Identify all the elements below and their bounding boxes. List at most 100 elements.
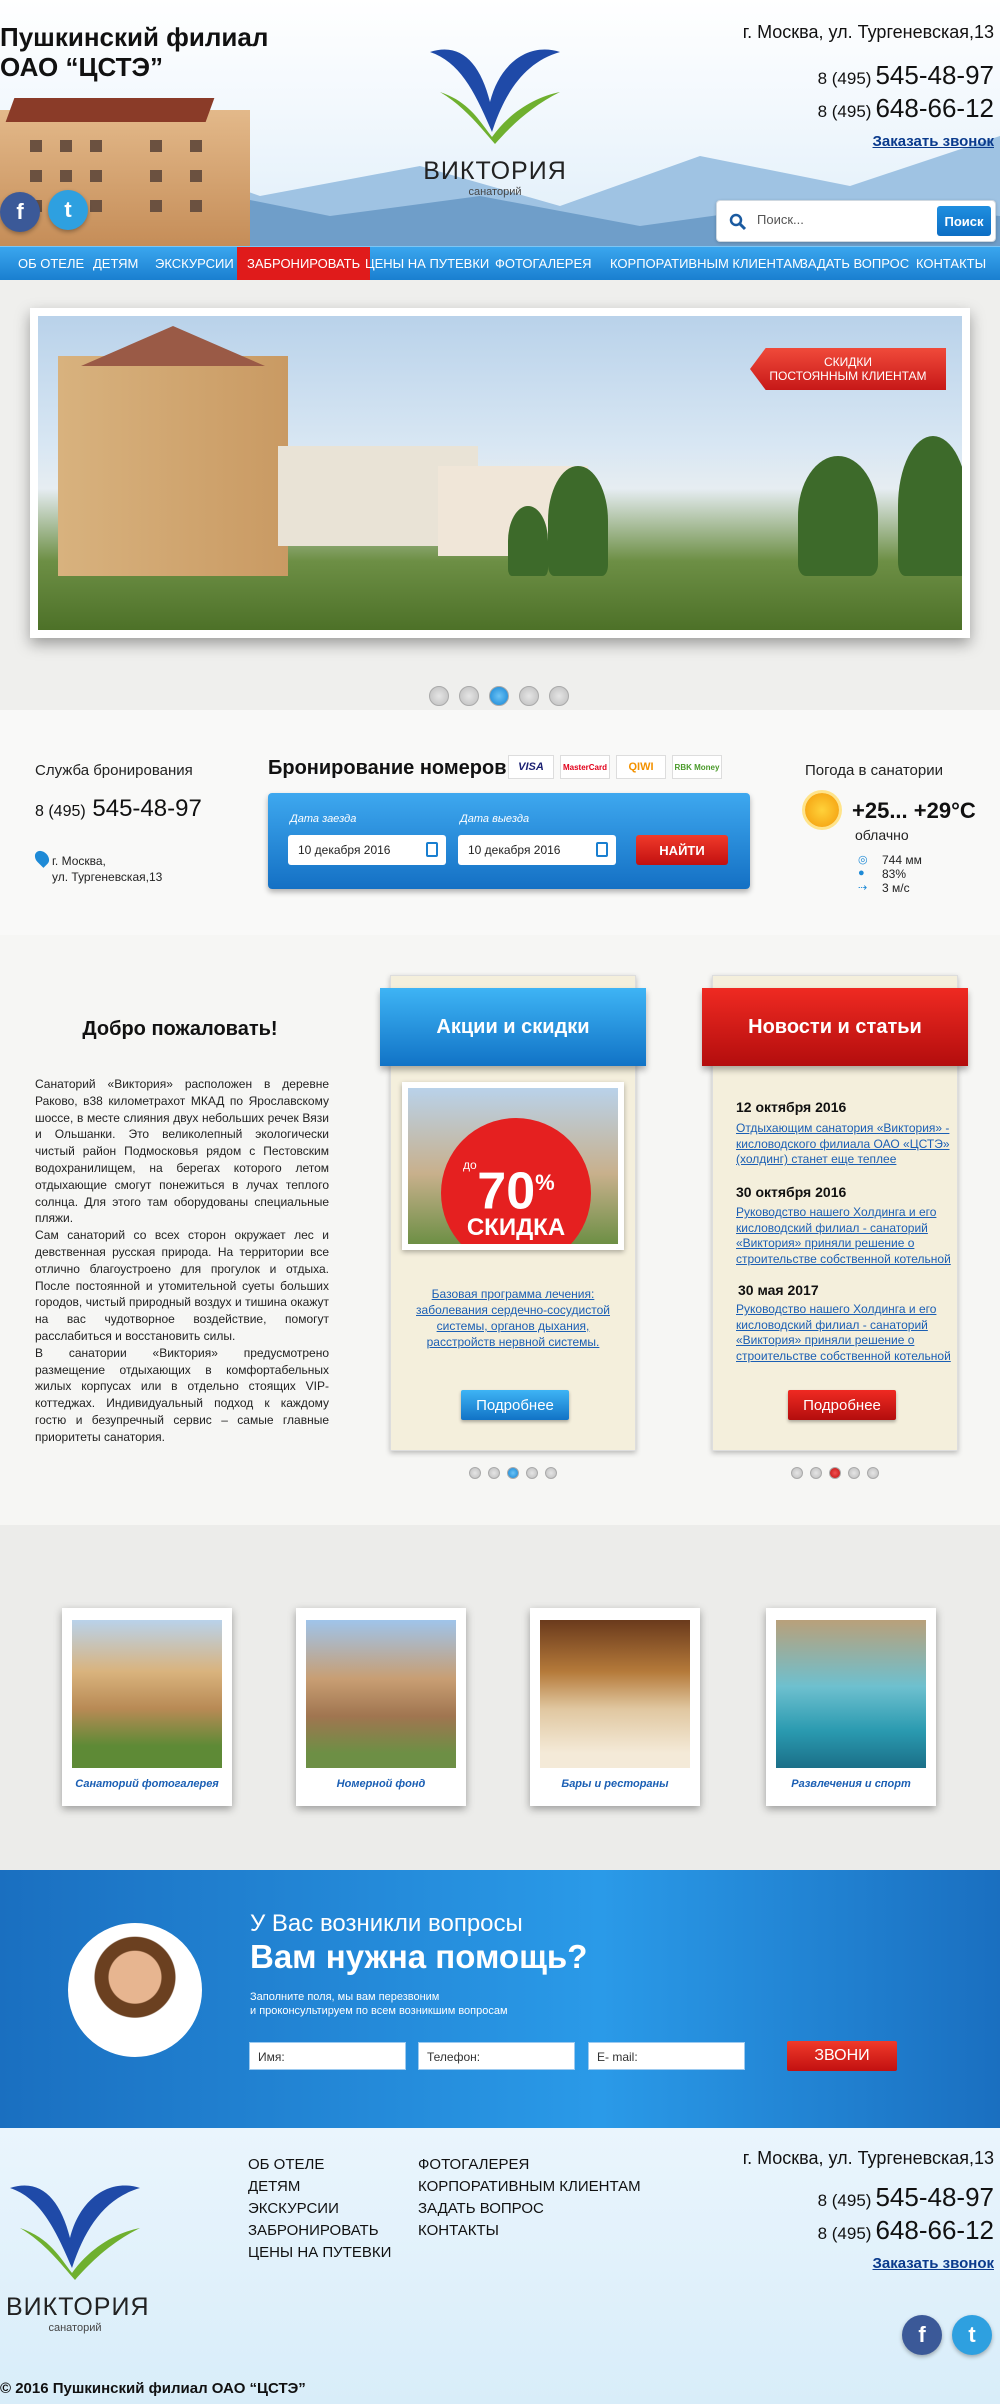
checkout-date-field[interactable]: 10 декабря 2016 <box>458 835 616 865</box>
nav-item-children[interactable]: Детям <box>83 247 148 281</box>
news-dot[interactable] <box>791 1467 803 1479</box>
promo-dot[interactable] <box>469 1467 481 1479</box>
gallery-caption: Санаторий фотогалерея <box>75 1778 219 1790</box>
weather-condition: облачно <box>855 827 909 843</box>
call-button[interactable]: ЗВОНИ <box>787 2041 897 2071</box>
news-link[interactable]: Руководство нашего Холдинга и его кислов… <box>736 1205 958 1268</box>
twitter-icon[interactable]: t <box>48 190 88 230</box>
footer-link-corporate[interactable]: Корпоративным клиентам <box>418 2178 641 2195</box>
header-phone-2[interactable]: 8 (495) 648-66-12 <box>818 93 994 124</box>
slider-dot[interactable] <box>429 686 449 706</box>
news-link[interactable]: Руководство нашего Холдинга и его кислов… <box>736 1302 958 1365</box>
gallery-image <box>306 1620 456 1768</box>
gallery-card-photo[interactable]: Санаторий фотогалерея <box>62 1608 232 1806</box>
search-input[interactable]: Поиск... <box>757 212 804 227</box>
news-dot[interactable] <box>848 1467 860 1479</box>
news-dot[interactable] <box>867 1467 879 1479</box>
search-button[interactable]: Поиск <box>937 206 991 236</box>
logo-subtitle: санаторий <box>468 186 522 198</box>
nav-item-prices[interactable]: Цены на путевки <box>355 247 499 281</box>
twitter-icon[interactable]: t <box>952 2315 992 2355</box>
booking-address: г. Москва, ул. Тургеневская,13 <box>52 854 163 884</box>
footer-link-excursions[interactable]: Экскурсии <box>248 2200 339 2217</box>
callback-link[interactable]: Заказать звонок <box>873 133 994 150</box>
discount-badge: до 70% СКИДКА <box>441 1118 591 1244</box>
wind-icon: ⇢ <box>858 882 868 894</box>
news-link[interactable]: Отдыхающим санатория «Виктория» - кислов… <box>736 1121 958 1168</box>
news-more-button[interactable]: Подробнее <box>788 1390 896 1420</box>
calendar-icon[interactable] <box>426 842 438 857</box>
calendar-icon[interactable] <box>596 842 608 857</box>
footer-link-ask[interactable]: Задать вопрос <box>418 2200 544 2217</box>
footer-link-children[interactable]: Детям <box>248 2178 300 2195</box>
promo-more-button[interactable]: Подробнее <box>461 1390 569 1420</box>
help-headline: Вам нужна помощь? <box>250 1938 588 1975</box>
gallery-card-rooms[interactable]: Номерной фонд <box>296 1608 466 1806</box>
booking-form: Дата заезда 10 декабря 2016 Дата выезда … <box>268 793 750 889</box>
phone-input[interactable]: Телефон: <box>418 2042 575 2070</box>
promo-link[interactable]: Базовая программа лечения: заболевания с… <box>402 1286 624 1350</box>
logo-subtitle: санаторий <box>48 2322 102 2334</box>
logo[interactable]: ВИКТОРИЯ санаторий <box>420 32 570 198</box>
header-address: г. Москва, ул. Тургеневская,13 <box>742 22 994 42</box>
promo-dot[interactable] <box>526 1467 538 1479</box>
footer-phone-1[interactable]: 8 (495) 545-48-97 <box>818 2182 994 2213</box>
nav-item-excursions[interactable]: Экскурсии <box>145 247 244 281</box>
email-input[interactable]: E- mail: <box>588 2042 745 2070</box>
gallery-caption: Развлечения и спорт <box>791 1778 911 1790</box>
find-button[interactable]: НАЙТИ <box>636 835 728 865</box>
facebook-icon[interactable]: f <box>902 2315 942 2355</box>
gallery-card-restaurants[interactable]: Бары и рестораны <box>530 1608 700 1806</box>
slider-dot[interactable] <box>519 686 539 706</box>
checkin-date-field[interactable]: 10 декабря 2016 <box>288 835 446 865</box>
nav-item-contacts[interactable]: Контакты <box>906 247 996 281</box>
name-input[interactable]: Имя: <box>249 2042 406 2070</box>
site-title: Пушкинский филиал ОАО “ЦСТЭ” <box>0 22 269 82</box>
footer-link-book[interactable]: Забронировать <box>248 2222 379 2239</box>
footer-link-about[interactable]: Об отеле <box>248 2156 324 2173</box>
slider-dot[interactable] <box>549 686 569 706</box>
welcome-text: Санаторий «Виктория» расположен в деревн… <box>35 1077 329 1444</box>
nav-item-gallery[interactable]: Фотогалерея <box>485 247 602 281</box>
promo-dot[interactable] <box>488 1467 500 1479</box>
news-date: 12 октября 2016 <box>736 1099 847 1115</box>
footer-link-prices[interactable]: Цены на путевки <box>248 2244 391 2261</box>
promo-image[interactable]: до 70% СКИДКА <box>402 1082 624 1250</box>
main-nav: Об отеле Детям Экскурсии Забронировать Ц… <box>0 246 1000 281</box>
news-dot-active[interactable] <box>829 1467 841 1479</box>
news-date: 30 мая 2017 <box>738 1282 819 1298</box>
nav-item-book[interactable]: Забронировать <box>237 247 371 281</box>
header-building-image <box>0 98 250 246</box>
logo-name: ВИКТОРИЯ <box>6 2293 150 2321</box>
slider-dot[interactable] <box>459 686 479 706</box>
news-dot[interactable] <box>810 1467 822 1479</box>
footer-phone-2[interactable]: 8 (495) 648-66-12 <box>818 2215 994 2246</box>
header: Пушкинский филиал ОАО “ЦСТЭ” f t ВИКТОРИ… <box>0 0 1000 246</box>
nav-item-corporate[interactable]: Корпоративным клиентам <box>600 247 813 281</box>
footer-link-gallery[interactable]: Фотогалерея <box>418 2156 529 2173</box>
gallery-card-entertainment[interactable]: Развлечения и спорт <box>766 1608 936 1806</box>
promo-dot-active[interactable] <box>507 1467 519 1479</box>
footer-link-contacts[interactable]: Контакты <box>418 2222 499 2239</box>
pressure-icon: ◎ <box>858 854 868 866</box>
booking-title: Бронирование номеров <box>268 757 507 779</box>
facebook-icon[interactable]: f <box>0 192 40 232</box>
promo-title: Акции и скидки <box>380 988 646 1066</box>
discount-ribbon[interactable]: Скидки постоянным клиентам <box>750 348 946 390</box>
promo-dot[interactable] <box>545 1467 557 1479</box>
weather-temperature: +25... +29°С <box>852 798 976 823</box>
mastercard-icon: MasterCard <box>560 755 610 779</box>
footer-logo[interactable]: ВИКТОРИЯ санаторий <box>0 2168 150 2348</box>
gallery-image <box>72 1620 222 1768</box>
slider-dot-active[interactable] <box>489 686 509 706</box>
humidity-icon: ● <box>858 867 865 879</box>
gallery-caption: Бары и рестораны <box>561 1778 669 1790</box>
header-phone-1[interactable]: 8 (495) 545-48-97 <box>818 60 994 91</box>
nav-item-about[interactable]: Об отеле <box>8 247 94 281</box>
search-icon <box>729 213 747 231</box>
nav-item-ask[interactable]: Задать вопрос <box>790 247 919 281</box>
operator-avatar <box>68 1923 202 2057</box>
footer-callback-link[interactable]: Заказать звонок <box>873 2255 994 2272</box>
booking-service-phone[interactable]: 8 (495) 545-48-97 <box>35 795 202 823</box>
logo-mark-icon <box>10 2185 140 2280</box>
